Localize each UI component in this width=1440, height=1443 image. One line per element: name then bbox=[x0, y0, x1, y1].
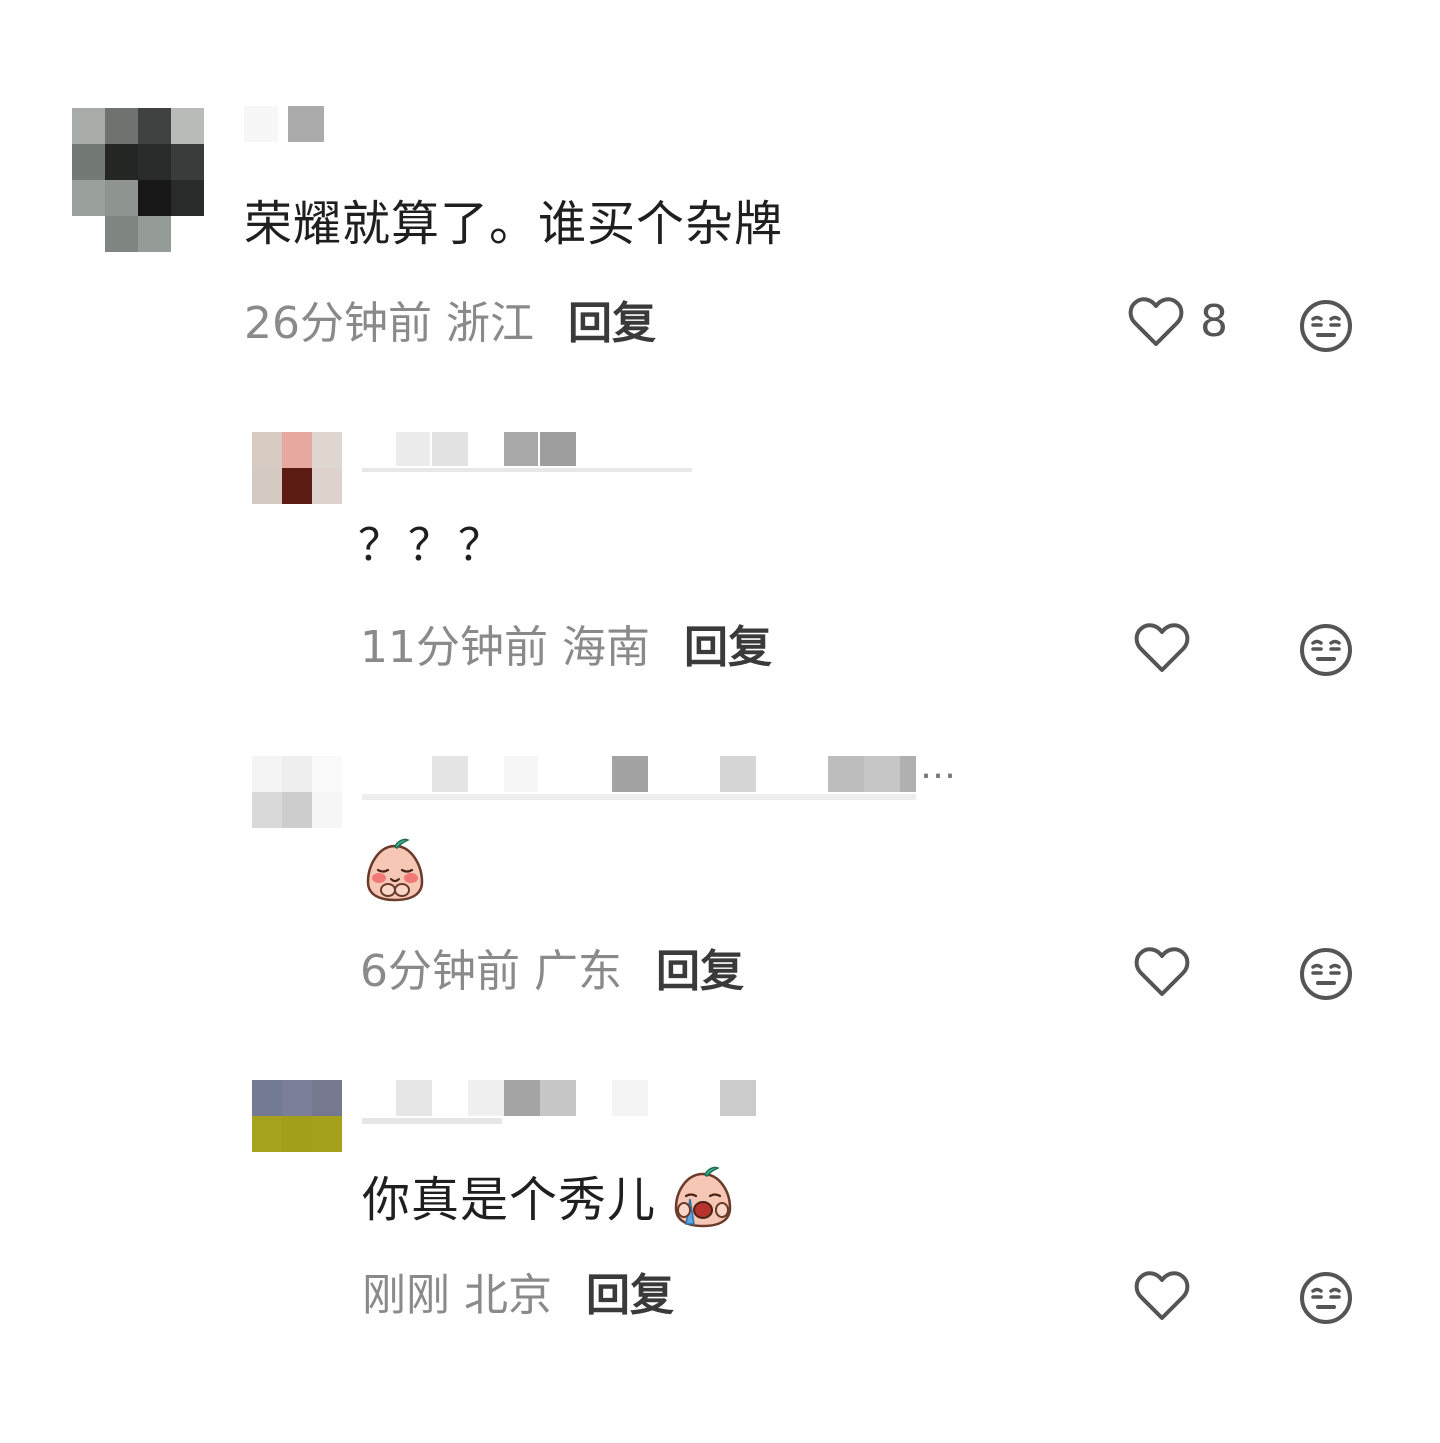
comment-location: 北京 bbox=[464, 1270, 552, 1321]
comment-time: 11分钟前 bbox=[360, 622, 548, 673]
reply-button[interactable]: 回复 bbox=[684, 622, 772, 673]
reply-button[interactable]: 回复 bbox=[586, 1270, 674, 1321]
username[interactable]: … bbox=[362, 746, 982, 800]
meh-face-icon bbox=[1298, 622, 1354, 678]
comment-time: 6分钟前 bbox=[360, 946, 520, 997]
like-button[interactable]: 8 bbox=[1128, 296, 1228, 348]
comment-meta: 刚刚 北京 回复 bbox=[362, 1270, 674, 1322]
meh-face-icon bbox=[1298, 298, 1354, 354]
meh-face-icon bbox=[1298, 1270, 1354, 1326]
comment-item: 荣耀就算了。谁买个杂牌 26分钟前 浙江 回复 8 bbox=[0, 0, 1440, 380]
like-button[interactable] bbox=[1134, 1270, 1190, 1322]
comment-text-content: 你真是个秀儿 bbox=[362, 1172, 657, 1228]
heart-outline-icon bbox=[1134, 946, 1190, 998]
comment-text: 你真是个秀儿 bbox=[362, 1166, 734, 1240]
reply-button[interactable]: 回复 bbox=[656, 946, 744, 997]
comment-location: 海南 bbox=[562, 622, 650, 673]
dislike-button[interactable] bbox=[1298, 1270, 1354, 1326]
avatar[interactable] bbox=[252, 432, 342, 504]
heart-outline-icon bbox=[1128, 296, 1184, 348]
comment-meta: 26分钟前 浙江 回复 bbox=[244, 298, 656, 350]
comment-text: ？？？ bbox=[358, 520, 508, 571]
avatar[interactable] bbox=[252, 756, 342, 828]
like-button[interactable] bbox=[1134, 622, 1190, 674]
reply-button[interactable]: 回复 bbox=[568, 298, 656, 349]
comment-text: 荣耀就算了。谁买个杂牌 bbox=[244, 196, 784, 252]
avatar[interactable] bbox=[72, 108, 204, 252]
shy-peach-sticker bbox=[364, 838, 426, 906]
username[interactable] bbox=[362, 432, 702, 472]
like-count: 8 bbox=[1200, 296, 1228, 347]
comment-meta: 6分钟前 广东 回复 bbox=[360, 946, 744, 998]
like-button[interactable] bbox=[1134, 946, 1190, 998]
comment-location: 广东 bbox=[534, 946, 622, 997]
dislike-button[interactable] bbox=[1298, 298, 1354, 354]
crying-peach-sticker bbox=[672, 1166, 734, 1240]
username-ellipsis: … bbox=[920, 746, 958, 787]
comment-location: 浙江 bbox=[446, 298, 534, 349]
username[interactable] bbox=[362, 1080, 782, 1124]
comment-meta: 11分钟前 海南 回复 bbox=[360, 622, 772, 674]
username[interactable] bbox=[244, 106, 454, 146]
avatar[interactable] bbox=[252, 1080, 342, 1152]
comment-time: 刚刚 bbox=[362, 1270, 450, 1321]
meh-face-icon bbox=[1298, 946, 1354, 1002]
comment-time: 26分钟前 bbox=[244, 298, 432, 349]
dislike-button[interactable] bbox=[1298, 622, 1354, 678]
heart-outline-icon bbox=[1134, 622, 1190, 674]
heart-outline-icon bbox=[1134, 1270, 1190, 1322]
dislike-button[interactable] bbox=[1298, 946, 1354, 1002]
